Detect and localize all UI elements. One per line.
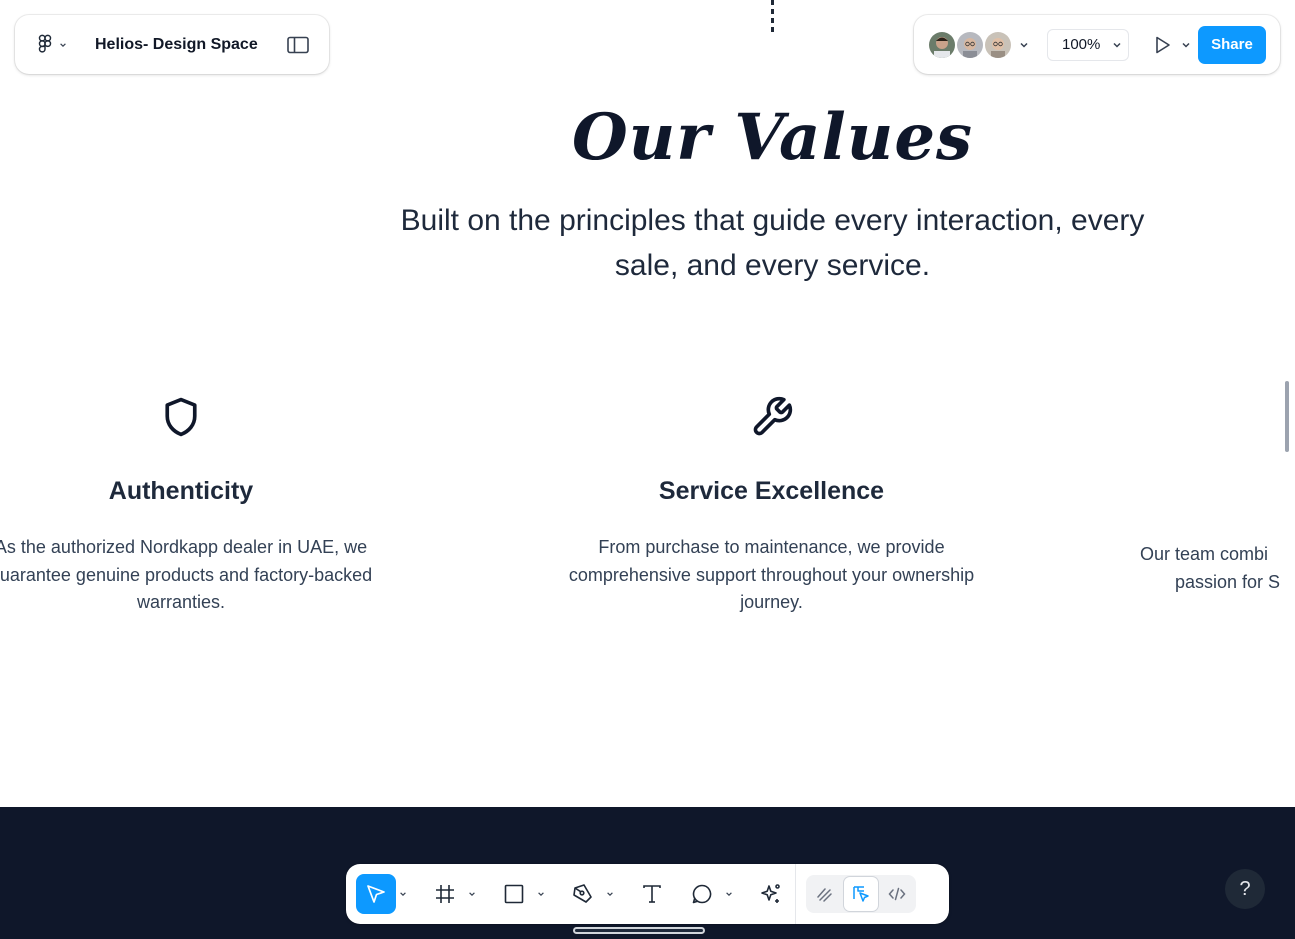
design-mode-button[interactable] bbox=[844, 877, 878, 911]
text-icon bbox=[643, 885, 661, 903]
draw-mode-button[interactable] bbox=[808, 877, 842, 911]
chevron-down-icon bbox=[469, 892, 475, 897]
sidebar-toggle-icon[interactable] bbox=[287, 36, 309, 54]
toolbar-divider bbox=[795, 864, 796, 924]
pen-tool[interactable] bbox=[563, 874, 603, 914]
dashed-guide-line bbox=[771, 0, 774, 36]
chevron-down-icon bbox=[726, 892, 732, 897]
file-title[interactable]: Helios- Design Space bbox=[95, 36, 258, 54]
chevron-down-icon bbox=[538, 892, 544, 897]
vertical-scrollbar[interactable] bbox=[1285, 381, 1289, 452]
dev-mode-button[interactable] bbox=[880, 877, 914, 911]
home-indicator bbox=[573, 927, 705, 934]
comment-bubble-icon bbox=[692, 884, 712, 904]
comment-tool[interactable] bbox=[682, 874, 722, 914]
values-heading: Our Values bbox=[571, 100, 974, 175]
frame-icon bbox=[436, 885, 454, 903]
text-tool[interactable] bbox=[632, 874, 672, 914]
mode-switcher bbox=[806, 875, 916, 913]
ai-sparkle-icon bbox=[761, 884, 780, 903]
value-card-authenticity: Authenticity As the authorized Nordkapp … bbox=[0, 395, 387, 617]
shape-tool[interactable] bbox=[494, 874, 534, 914]
code-brackets-icon bbox=[888, 887, 906, 901]
value-card-partial: Our team combi passion for S bbox=[1140, 541, 1295, 596]
chevron-down-icon[interactable] bbox=[1019, 40, 1029, 50]
shield-icon bbox=[165, 397, 197, 437]
present-play-icon[interactable] bbox=[1151, 34, 1173, 56]
design-mode-icon bbox=[853, 886, 869, 902]
comment-tool-menu[interactable] bbox=[722, 890, 736, 898]
zoom-dropdown[interactable]: 100% bbox=[1047, 28, 1129, 61]
card-text-line1: Our team combi bbox=[1140, 544, 1269, 564]
collab-panel: 100% Share bbox=[914, 15, 1280, 74]
actions-tool[interactable] bbox=[751, 874, 791, 914]
draw-squiggle-icon bbox=[817, 888, 832, 902]
pen-tool-menu[interactable] bbox=[603, 890, 617, 898]
wrench-icon bbox=[753, 396, 792, 436]
card-title: Service Excellence bbox=[658, 477, 885, 505]
chevron-down-icon bbox=[60, 42, 66, 47]
card-text-line2: passion for S bbox=[1175, 571, 1281, 592]
shape-tool-menu[interactable] bbox=[534, 890, 548, 898]
chevron-down-icon[interactable] bbox=[1181, 40, 1191, 50]
rectangle-icon bbox=[504, 884, 524, 904]
avatar[interactable] bbox=[983, 29, 1013, 60]
move-tool-menu[interactable] bbox=[396, 890, 410, 898]
card-text: From purchase to maintenance, we provide… bbox=[568, 537, 975, 612]
avatar[interactable] bbox=[927, 29, 957, 60]
value-card-service-excellence: Service Excellence From purchase to main… bbox=[554, 395, 989, 617]
share-button[interactable]: Share bbox=[1198, 25, 1266, 64]
file-panel: Helios- Design Space bbox=[15, 15, 329, 74]
card-title: Authenticity bbox=[108, 477, 254, 505]
figma-logo-icon bbox=[38, 34, 52, 53]
chevron-down-icon bbox=[607, 892, 613, 897]
main-menu-button[interactable] bbox=[37, 34, 67, 56]
frame-tool[interactable] bbox=[425, 874, 465, 914]
avatar-group[interactable] bbox=[927, 29, 1013, 60]
chevron-down-icon bbox=[400, 892, 406, 897]
card-text: As the authorized Nordkapp dealer in UAE… bbox=[0, 537, 373, 612]
pen-icon bbox=[573, 884, 592, 903]
avatar[interactable] bbox=[955, 29, 985, 60]
zoom-level: 100% bbox=[1062, 36, 1101, 53]
chevron-down-icon bbox=[1113, 42, 1121, 48]
cursor-arrow-icon bbox=[367, 885, 385, 903]
design-canvas[interactable]: Our Values Built on the principles that … bbox=[0, 0, 1295, 939]
values-subtitle: Built on the principles that guide every… bbox=[400, 204, 1145, 282]
help-button[interactable]: ? bbox=[1225, 869, 1265, 909]
bottom-toolbar bbox=[346, 864, 949, 924]
frame-tool-menu[interactable] bbox=[465, 890, 479, 898]
move-tool[interactable] bbox=[356, 874, 396, 914]
